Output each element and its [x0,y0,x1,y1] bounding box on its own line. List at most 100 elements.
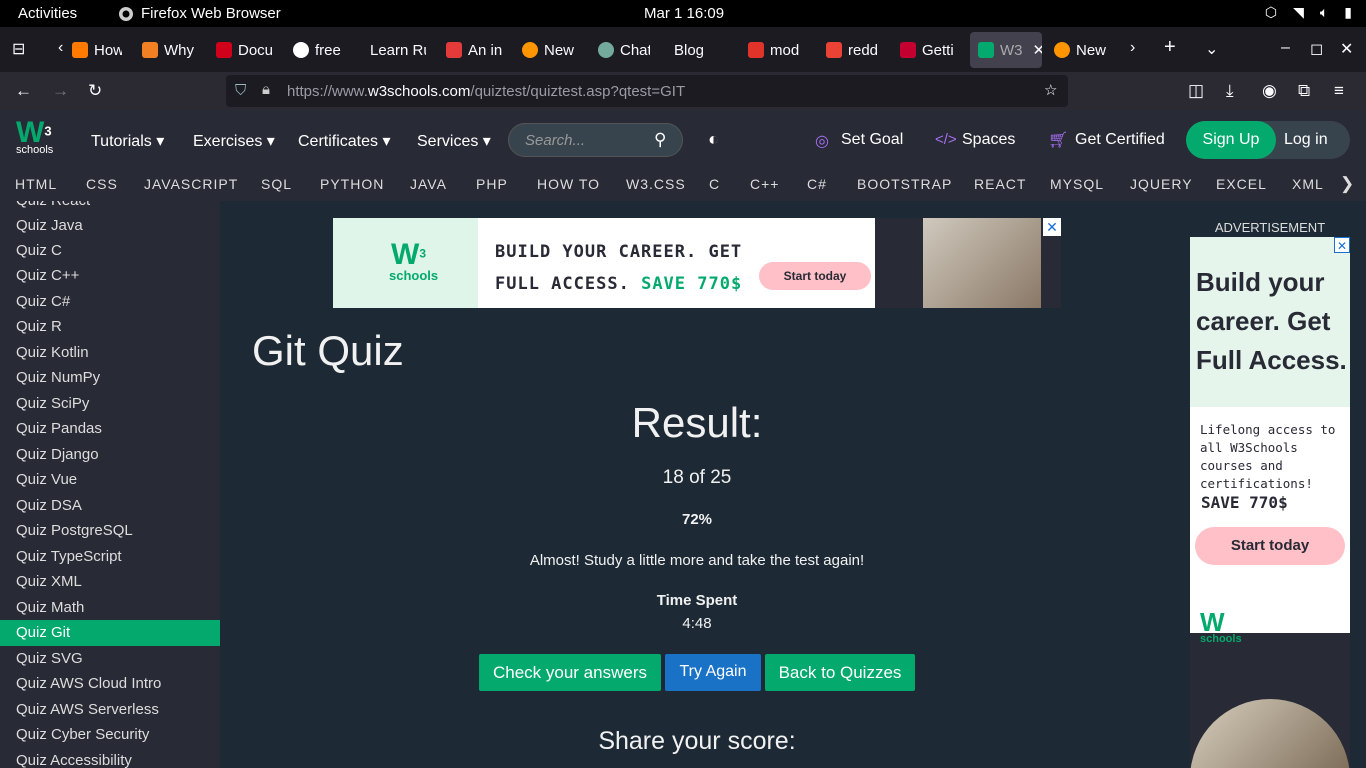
back-to-quizzes-button[interactable]: Back to Quizzes [765,654,915,691]
sidebar-item[interactable]: Quiz Java [0,213,220,239]
tab-scroll-right-icon[interactable]: › [1130,39,1135,57]
maximize-icon[interactable]: ◻ [1310,39,1323,59]
sidebar-item[interactable]: Quiz C [0,238,220,264]
topic-link[interactable]: JQUERY [1130,176,1193,192]
sidebar-item[interactable]: Quiz R [0,314,220,340]
menu-tutorials[interactable]: Tutorials ▾ [91,131,164,151]
forward-icon[interactable]: → [52,81,69,101]
activities-button[interactable]: Activities [18,5,77,22]
reload-icon[interactable]: ↻ [88,81,102,101]
sidebar-item[interactable]: Quiz Accessibility [0,748,220,768]
sidebar-item[interactable]: Quiz Cyber Security [0,722,220,748]
sidebar-item[interactable]: Quiz C++ [0,263,220,289]
close-side-ad-icon[interactable]: ✕ [1334,237,1350,253]
sidebar-item[interactable]: Quiz XML [0,569,220,595]
spaces-link[interactable]: Spaces [962,131,1015,149]
tab[interactable]: Blog [674,32,724,68]
sidebar-item[interactable]: Quiz NumPy [0,365,220,391]
sidebar-item[interactable]: Quiz SVG [0,646,220,672]
tab[interactable]: free [293,32,351,68]
tab[interactable]: Docu [216,32,274,68]
tab[interactable]: An in [446,32,502,68]
extensions-icon[interactable]: ⧉ [1298,81,1310,101]
topic-link[interactable]: JAVASCRIPT [144,176,238,192]
get-certified-link[interactable]: Get Certified [1075,131,1165,149]
minimize-icon[interactable]: – [1281,39,1290,57]
sidebar-item[interactable]: Quiz Vue [0,467,220,493]
topics-scroll-right-icon[interactable]: ❯ [1340,174,1355,194]
back-icon[interactable]: ← [15,81,32,101]
close-ad-icon[interactable]: ✕ [1043,218,1061,236]
ad-start-today-button[interactable]: Start today [1195,527,1345,565]
topic-link[interactable]: PYTHON [320,176,384,192]
topic-link[interactable]: BOOTSTRAP [857,176,952,192]
downloads-icon[interactable]: ⤓ [1226,81,1234,101]
tab[interactable]: How [72,32,122,68]
account-icon[interactable]: ◉ [1262,81,1277,101]
tab[interactable]: Getti [900,32,956,68]
ad-banner[interactable]: W3 schools BUILD YOUR CAREER. GET FULL A… [333,218,1061,308]
log-in-button[interactable]: Log in [1284,131,1328,149]
sidebar-item[interactable]: Quiz PostgreSQL [0,518,220,544]
topic-link[interactable]: CSS [86,176,118,192]
topic-link[interactable]: C++ [750,176,779,192]
sidebar-item[interactable]: Quiz C# [0,289,220,315]
sidebar-item[interactable]: Quiz DSA [0,493,220,519]
tab-scroll-left-icon[interactable]: ‹ [58,39,63,57]
list-tabs-icon[interactable]: ⌄ [1205,39,1218,59]
clock[interactable]: Mar 1 16:09 [644,5,724,22]
tab-active[interactable]: W3 ✕ [970,32,1042,68]
system-tray[interactable]: ⬡ ◥ 🔈︎ ▮ [1265,4,1352,21]
w3schools-logo[interactable]: W3 schools [16,116,53,156]
url-bar[interactable]: ⛉ 🔒︎ https://www.w3schools.com/quiztest/… [226,75,1068,107]
topic-link[interactable]: W3.CSS [626,176,686,192]
topic-link[interactable]: XML [1292,176,1324,192]
firefox-view-icon[interactable]: ⊟ [12,39,25,59]
bookmark-star-icon[interactable]: ☆ [1044,81,1057,99]
topic-link[interactable]: MYSQL [1050,176,1104,192]
tab[interactable]: New [522,32,578,68]
sidebar-item[interactable]: Quiz Math [0,595,220,621]
dark-mode-toggle-icon[interactable]: ◐ [708,129,719,150]
tab[interactable]: New [1054,32,1110,68]
pocket-icon[interactable]: ◫ [1188,81,1204,101]
topic-link[interactable]: EXCEL [1216,176,1267,192]
topic-link[interactable]: REACT [974,176,1026,192]
close-window-icon[interactable]: ✕ [1340,39,1353,59]
sidebar-item[interactable]: Quiz Pandas [0,416,220,442]
shield-icon[interactable]: ⛉ [235,82,246,99]
banner-start-today-button[interactable]: Start today [759,262,871,290]
sidebar-item[interactable]: Quiz SciPy [0,391,220,417]
side-ad[interactable]: Build your career. Get Full Access. Life… [1190,237,1350,768]
topic-link[interactable]: JAVA [410,176,447,192]
app-menu[interactable]: Firefox Web Browser [118,5,281,22]
lock-icon[interactable]: 🔒︎ [262,81,270,98]
tab[interactable]: Why [142,32,200,68]
tab[interactable]: Learn Ru [370,32,426,68]
topic-link[interactable]: SQL [261,176,292,192]
menu-services[interactable]: Services ▾ [417,131,491,151]
menu-certificates[interactable]: Certificates ▾ [298,131,391,151]
check-answers-button[interactable]: Check your answers [479,654,661,691]
sidebar-item[interactable]: Quiz AWS Cloud Intro [0,671,220,697]
topic-link[interactable]: PHP [476,176,508,192]
sidebar-item-active[interactable]: Quiz Git [0,620,220,646]
menu-icon[interactable]: ≡ [1334,81,1344,101]
topic-link[interactable]: C# [807,176,827,192]
topic-link[interactable]: HTML [15,176,57,192]
set-goal-link[interactable]: Set Goal [841,131,903,149]
tab[interactable]: Chat [598,32,650,68]
sign-up-button[interactable]: Sign Up [1186,121,1276,159]
sidebar-item[interactable]: Quiz Django [0,442,220,468]
new-tab-icon[interactable]: + [1164,36,1176,59]
topic-link[interactable]: C [709,176,720,192]
menu-exercises[interactable]: Exercises ▾ [193,131,275,151]
search-icon[interactable]: ⚲ [654,130,666,150]
sidebar-item[interactable]: Quiz Kotlin [0,340,220,366]
tab[interactable]: mod [748,32,804,68]
sidebar-item[interactable]: Quiz TypeScript [0,544,220,570]
topic-link[interactable]: HOW TO [537,176,600,192]
sidebar-item[interactable]: Quiz AWS Serverless [0,697,220,723]
close-tab-icon[interactable]: ✕ [1033,41,1043,59]
tab[interactable]: redd [826,32,882,68]
